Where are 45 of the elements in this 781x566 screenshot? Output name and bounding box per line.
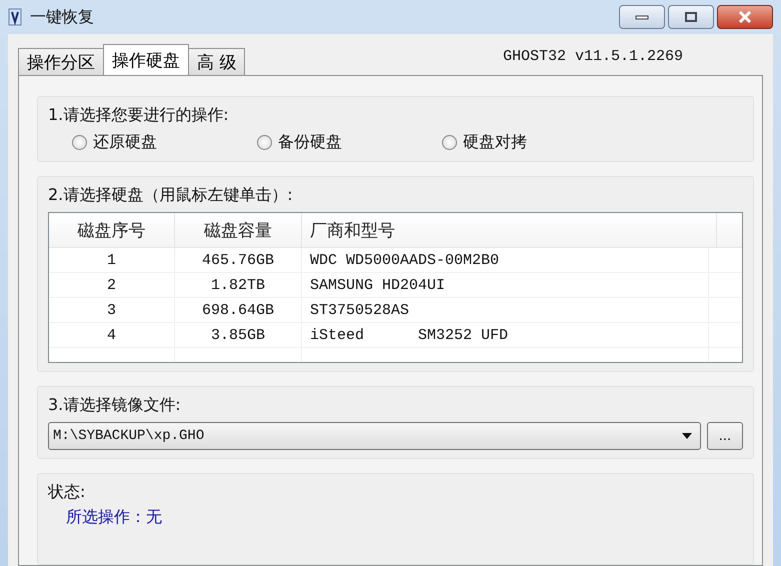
minimize-button[interactable] [619,5,665,29]
table-cell: iSteed SM3252 UFD [302,323,709,347]
radio-button[interactable] [72,135,87,150]
table-cell: ST3750528AS [302,298,709,322]
table-cell: 698.64GB [175,298,302,322]
column-header[interactable]: 磁盘容量 [175,213,302,247]
radio-button[interactable] [257,135,272,150]
table-cell: 1 [49,248,175,272]
column-header[interactable]: 磁盘序号 [49,213,175,247]
radio-option[interactable]: 还原硬盘 [72,132,257,153]
maximize-button[interactable] [668,5,714,29]
column-header[interactable]: 厂商和型号 [302,213,717,247]
version-label: GHOST32 v11.5.1.2269 [502,48,683,65]
app-icon [8,8,22,26]
radio-option[interactable]: 备份硬盘 [257,132,442,153]
close-button[interactable] [717,5,773,29]
table-cell: SAMSUNG HD204UI [302,273,709,297]
table-cell: 3.85GB [175,323,302,347]
table-row[interactable]: 1 465.76GB WDC WD5000AADS-00M2B0 [49,248,742,273]
radio-option[interactable]: 硬盘对拷 [442,132,627,153]
close-icon [738,11,752,23]
window-title: 一键恢复 [30,6,94,28]
maximize-icon [685,12,697,22]
tab[interactable]: 操作分区 [18,48,104,75]
image-file-dropdown[interactable]: M:\SYBACKUP\xp.GHO [48,422,701,450]
table-row[interactable]: 4 3.85GB iSteed SM3252 UFD [49,323,742,348]
section-label: 2.请选择硬盘（用鼠标左键单击）: [48,185,294,206]
minimize-icon [635,14,649,20]
status-text: 所选操作：无 [65,507,163,528]
table-cell: 465.76GB [175,248,302,272]
table-cell: 1.82TB [175,273,302,297]
table-row[interactable]: 2 1.82TB SAMSUNG HD204UI [49,273,742,298]
tab[interactable]: 操作硬盘 [103,44,189,75]
dropdown-arrow-icon [682,433,692,439]
table-row[interactable]: 3 698.64GB ST3750528AS [49,298,742,323]
table-cell: 2 [49,273,175,297]
tab[interactable]: 高 级 [188,48,246,75]
browse-button[interactable]: ... [707,422,743,450]
section-label: 3.请选择镜像文件: [48,395,182,416]
section-label: 1.请选择您要进行的操作: [48,105,230,126]
table-cell: 3 [49,298,175,322]
section-label: 状态: [48,482,86,503]
radio-button[interactable] [442,135,457,150]
table-cell: 4 [49,323,175,347]
table-cell: WDC WD5000AADS-00M2B0 [302,248,709,272]
